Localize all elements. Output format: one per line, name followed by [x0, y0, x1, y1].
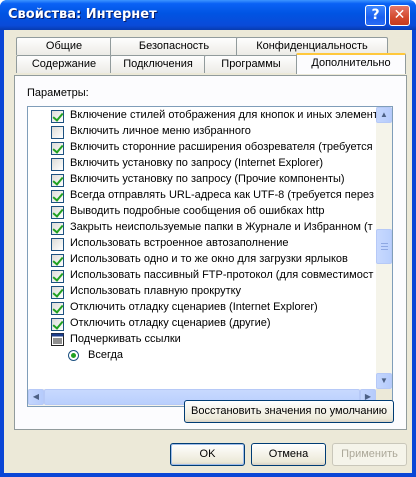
- cancel-button[interactable]: Отмена: [251, 443, 326, 466]
- ok-button[interactable]: OK: [170, 443, 245, 466]
- setting-row[interactable]: Включить сторонние расширения обозревате…: [28, 140, 376, 156]
- setting-row[interactable]: Всегда: [28, 348, 376, 364]
- apply-button[interactable]: Применить: [332, 443, 407, 466]
- setting-row[interactable]: Использовать одно и то же окно для загру…: [28, 252, 376, 268]
- setting-radio[interactable]: [68, 350, 79, 361]
- setting-row[interactable]: Использовать встроенное автозаполнение: [28, 236, 376, 252]
- setting-row[interactable]: Закрыть неиспользуемые папки в Журнале и…: [28, 220, 376, 236]
- params-label: Параметры:: [27, 87, 89, 99]
- setting-checkbox[interactable]: [51, 126, 64, 139]
- setting-checkbox[interactable]: [51, 270, 64, 283]
- setting-checkbox[interactable]: [51, 318, 64, 331]
- setting-label: Всегда: [88, 349, 124, 361]
- setting-row[interactable]: Использовать пассивный FTP-протокол (для…: [28, 268, 376, 284]
- setting-checkbox[interactable]: [51, 286, 64, 299]
- setting-label: Включить установку по запросу (Прочие ко…: [70, 173, 345, 185]
- setting-checkbox[interactable]: [51, 190, 64, 203]
- setting-checkbox[interactable]: [51, 174, 64, 187]
- setting-label: Использовать одно и то же окно для загру…: [70, 253, 348, 265]
- setting-checkbox[interactable]: [51, 110, 64, 123]
- setting-label: Отключить отладку сценариев (Internet Ex…: [70, 301, 318, 313]
- setting-label: Закрыть неиспользуемые папки в Журнале и…: [70, 221, 373, 233]
- setting-row[interactable]: Включить установку по запросу (Прочие ко…: [28, 172, 376, 188]
- tab-content[interactable]: Содержание: [16, 55, 112, 73]
- setting-checkbox[interactable]: [51, 238, 64, 251]
- tab-security[interactable]: Безопасность: [110, 37, 238, 55]
- setting-row[interactable]: Отключить отладку сценариев (другие): [28, 316, 376, 332]
- setting-checkbox[interactable]: [51, 254, 64, 267]
- setting-row[interactable]: Всегда отправлять URL-адреса как UTF-8 (…: [28, 188, 376, 204]
- restore-defaults-button[interactable]: Восстановить значения по умолчанию: [184, 400, 394, 423]
- setting-checkbox[interactable]: [51, 142, 64, 155]
- vertical-scrollbar[interactable]: ▲ ▼: [376, 107, 392, 389]
- setting-checkbox[interactable]: [51, 206, 64, 219]
- dialog-body: Общие Безопасность Конфиденциальность Со…: [4, 30, 412, 473]
- setting-row[interactable]: Выводить подробные сообщения об ошибках …: [28, 204, 376, 220]
- vertical-scroll-thumb[interactable]: [376, 229, 392, 264]
- tab-general[interactable]: Общие: [16, 37, 112, 55]
- setting-row[interactable]: Включить установку по запросу (Internet …: [28, 156, 376, 172]
- setting-label: Подчеркивать ссылки: [70, 333, 181, 345]
- settings-listbox[interactable]: Включение стилей отображения для кнопок …: [27, 106, 393, 407]
- close-button[interactable]: ✕: [389, 5, 410, 26]
- setting-row[interactable]: Включить личное меню избранного: [28, 124, 376, 140]
- setting-label: Включить сторонние расширения обозревате…: [70, 141, 373, 153]
- setting-row[interactable]: Включение стилей отображения для кнопок …: [28, 108, 376, 124]
- window-title: Свойства: Интернет: [8, 7, 157, 22]
- setting-label: Включить установку по запросу (Internet …: [70, 157, 324, 169]
- setting-row[interactable]: Подчеркивать ссылки: [28, 332, 376, 348]
- scroll-up-button[interactable]: ▲: [376, 107, 392, 123]
- setting-label: Отключить отладку сценариев (другие): [70, 317, 271, 329]
- internet-properties-window: Свойства: Интернет ? ✕ Общие Безопасност…: [0, 0, 416, 477]
- setting-checkbox[interactable]: [51, 158, 64, 171]
- setting-row[interactable]: Отключить отладку сценариев (Internet Ex…: [28, 300, 376, 316]
- setting-label: Выводить подробные сообщения об ошибках …: [70, 205, 325, 217]
- setting-label: Включить личное меню избранного: [70, 125, 251, 137]
- setting-checkbox[interactable]: [51, 222, 64, 235]
- setting-label: Всегда отправлять URL-адреса как UTF-8 (…: [70, 189, 374, 201]
- setting-label: Использовать плавную прокрутку: [70, 285, 242, 297]
- title-bar[interactable]: Свойства: Интернет ? ✕: [0, 0, 416, 30]
- advanced-tab-panel: Параметры: Включение стилей отображения …: [14, 75, 407, 430]
- help-button[interactable]: ?: [365, 5, 386, 26]
- setting-label: Включение стилей отображения для кнопок …: [70, 109, 376, 121]
- scroll-down-button[interactable]: ▼: [376, 373, 392, 389]
- setting-row[interactable]: Использовать плавную прокрутку: [28, 284, 376, 300]
- tab-advanced[interactable]: Дополнительно: [296, 53, 406, 74]
- scroll-left-button[interactable]: ◀: [28, 389, 44, 405]
- tab-programs[interactable]: Программы: [204, 55, 298, 73]
- tab-connections[interactable]: Подключения: [110, 55, 206, 73]
- setting-checkbox[interactable]: [51, 302, 64, 315]
- setting-label: Использовать встроенное автозаполнение: [70, 237, 289, 249]
- settings-list: Включение стилей отображения для кнопок …: [28, 107, 376, 389]
- setting-label: Использовать пассивный FTP-протокол (для…: [70, 269, 374, 281]
- settings-group-icon: [51, 333, 64, 346]
